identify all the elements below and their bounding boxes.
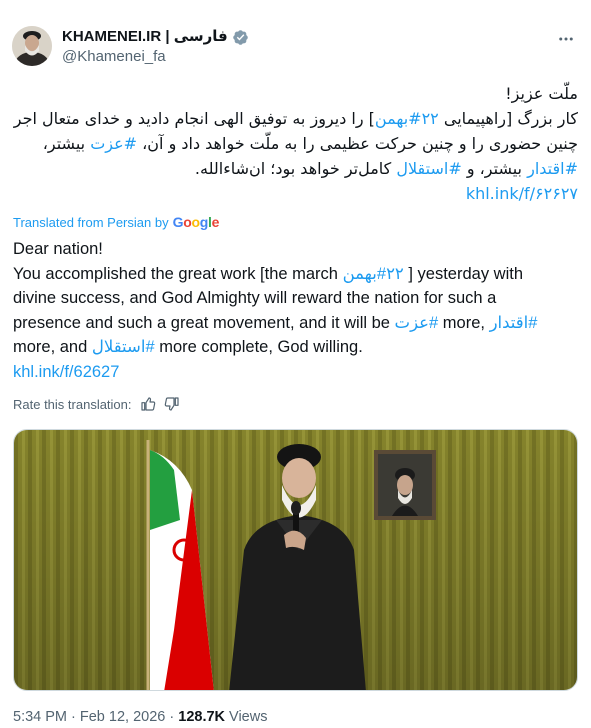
text-line: more, and #استقلال more complete, God wi… (13, 335, 583, 360)
tweet-meta: 5:34 PM · Feb 12, 2026 · 128.7K Views (13, 709, 267, 725)
text-segment: بیشتر، (42, 134, 91, 153)
tweet-text-persian: ملّت عزیز! کار بزرگ [راهپیمایی #۲۲بهمن] ر… (12, 81, 578, 206)
handle[interactable]: @Khamenei_fa (62, 47, 249, 67)
url-link[interactable]: khl.ink/f/62627 (13, 363, 119, 381)
text-line: khl.ink/f/62627 (13, 360, 583, 385)
avatar[interactable] (12, 26, 52, 66)
google-logo: Google (172, 214, 220, 230)
tweet-date[interactable]: Feb 12, 2026 (80, 709, 165, 725)
hashtag-link[interactable]: #۲۲بهمن (343, 265, 404, 283)
hashtag-link[interactable]: #استقلال (92, 338, 155, 356)
views-label: Views (225, 709, 268, 725)
display-name-row[interactable]: KHAMENEI.IR | فارسی (62, 28, 249, 46)
display-name[interactable]: KHAMENEI.IR | فارسی (62, 28, 228, 46)
separator: · (67, 709, 80, 725)
url-link[interactable]: khl.ink/f/۶۲۶۲۷ (466, 184, 578, 203)
text-line: Dear nation! (13, 237, 583, 262)
text-segment: ملّت عزیز! (505, 84, 578, 103)
text-line: You accomplished the great work [the mar… (13, 262, 583, 287)
translated-from-label[interactable]: Translated from Persian by (13, 215, 169, 230)
hashtag-link[interactable]: #۲۲بهمن (375, 109, 439, 128)
rate-label: Rate this translation: (13, 396, 132, 412)
more-options-button[interactable] (553, 28, 579, 50)
text-line: چنین حضوری را و چنین حرکت عظیمی را به مل… (12, 131, 578, 156)
thumbs-down-icon[interactable] (164, 396, 180, 412)
text-segment: divine success, and God Almighty will re… (13, 289, 497, 307)
hashtag-link[interactable]: #عزت (395, 314, 439, 332)
hashtag-link[interactable]: #اقتدار (527, 159, 578, 178)
hashtag-link[interactable]: #اقتدار (490, 314, 538, 332)
text-segment: more complete, God willing. (154, 338, 363, 356)
tweet-photo[interactable] (13, 429, 578, 691)
thumbs-up-icon[interactable] (140, 396, 156, 412)
text-segment: more, (438, 313, 490, 332)
text-segment: You accomplished the great work [the mar… (13, 264, 343, 283)
rate-translation: Rate this translation: (13, 396, 180, 412)
text-segment: Dear nation! (13, 240, 103, 258)
text-segment: presence and such a great movement, and … (13, 313, 395, 332)
separator: · (165, 709, 179, 725)
hashtag-link[interactable]: #استقلال (396, 159, 461, 178)
verified-badge-icon[interactable] (232, 29, 249, 46)
more-horizontal-icon (559, 37, 573, 41)
text-segment: چنین حضوری را و چنین حرکت عظیمی را به مل… (137, 134, 578, 153)
tweet-time[interactable]: 5:34 PM (13, 709, 67, 725)
translation-attribution: Translated from Persian by Google (13, 214, 219, 230)
hashtag-link[interactable]: #عزت (90, 134, 137, 153)
text-segment: کامل‌تر خواهد بود؛ ان‌شاءالله. (194, 159, 397, 178)
text-segment: more, and (13, 338, 92, 356)
text-segment: ] yesterday with (403, 264, 524, 283)
text-line: presence and such a great movement, and … (13, 311, 583, 336)
text-segment: بیشتر، و (461, 159, 528, 178)
text-segment: کار بزرگ [راهپیمایی (438, 109, 578, 128)
text-line: divine success, and God Almighty will re… (13, 286, 583, 311)
views-count: 128.7K (178, 709, 226, 725)
text-line: khl.ink/f/۶۲۶۲۷ (12, 181, 578, 206)
text-segment: ] را دیروز به توفیق الهی انجام دادید و خ… (13, 109, 375, 128)
text-line: #اقتدار بیشتر، و #استقلال کامل‌تر خواهد … (12, 156, 578, 181)
text-line: کار بزرگ [راهپیمایی #۲۲بهمن] را دیروز به… (12, 106, 578, 131)
text-line: ملّت عزیز! (12, 81, 578, 106)
tweet-text-translation: Dear nation! You accomplished the great w… (13, 237, 583, 384)
account-names: KHAMENEI.IR | فارسی @Khamenei_fa (62, 28, 249, 67)
photo-speaker-at-podium (14, 430, 577, 690)
tweet-header: KHAMENEI.IR | فارسی @Khamenei_fa (12, 26, 579, 74)
